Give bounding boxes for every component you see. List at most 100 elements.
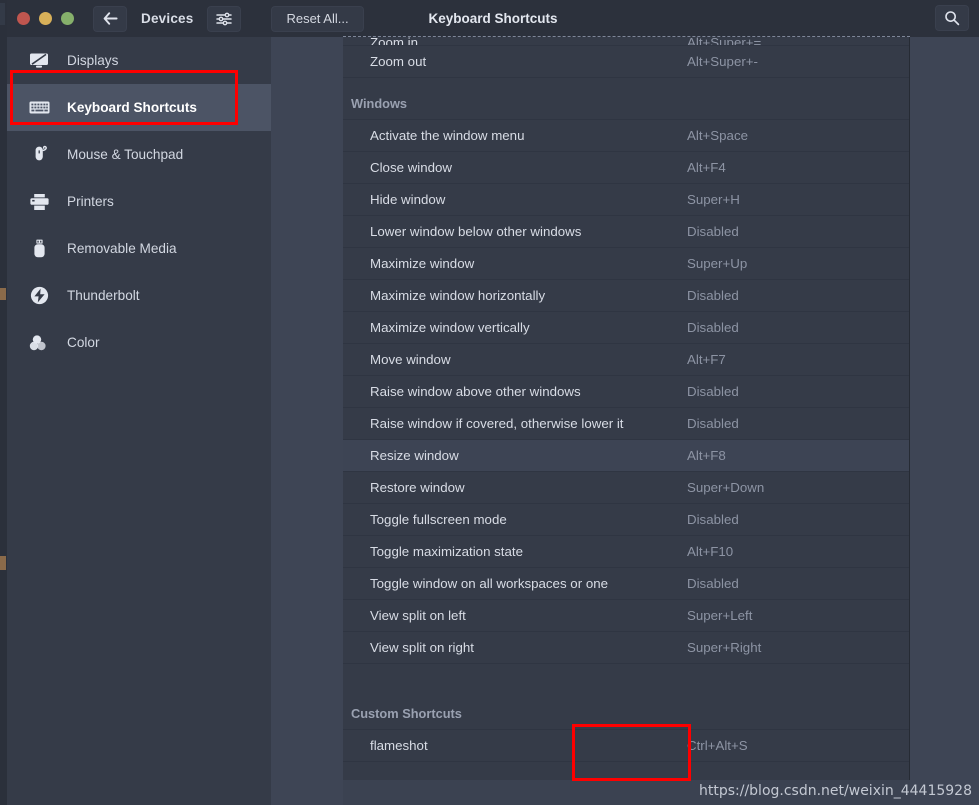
shortcut-accelerator: Alt+Super+- [687, 54, 758, 69]
sidebar-item-label: Removable Media [67, 241, 177, 256]
shortcut-accelerator: Disabled [687, 512, 739, 527]
close-button[interactable] [17, 12, 30, 25]
shortcut-row[interactable]: Move window Alt+F7 [343, 344, 909, 376]
shortcut-accelerator: Disabled [687, 576, 739, 591]
minimize-button[interactable] [39, 12, 52, 25]
shortcut-accelerator: Super+Left [687, 608, 753, 623]
panel-backdrop-right [910, 37, 979, 805]
shortcut-name: Move window [370, 352, 451, 367]
sidebar-item-label: Color [67, 335, 100, 350]
search-button[interactable] [935, 5, 969, 31]
shortcut-row[interactable]: Raise window if covered, otherwise lower… [343, 408, 909, 440]
shortcut-row[interactable]: Resize window Alt+F8 [343, 440, 909, 472]
sidebar-item-label: Mouse & Touchpad [67, 147, 184, 162]
shortcut-name: Toggle fullscreen mode [370, 512, 507, 527]
sidebar-item-printers[interactable]: Printers [7, 178, 271, 225]
panel-backdrop-left [271, 37, 343, 805]
shortcut-accelerator: Ctrl+Alt+S [687, 738, 748, 753]
sidebar: Displays Keyboard Shortcuts Mouse & Touchp… [7, 37, 271, 805]
shortcut-row[interactable]: flameshot Ctrl+Alt+S [343, 730, 909, 762]
plus-icon: + [620, 774, 632, 780]
shortcut-name: Hide window [370, 192, 446, 207]
sidebar-item-mouse-touchpad[interactable]: Mouse & Touchpad [7, 131, 271, 178]
shortcut-row[interactable]: Maximize window Super+Up [343, 248, 909, 280]
section-title: Custom Shortcuts [351, 706, 462, 721]
shortcut-name: flameshot [370, 738, 428, 753]
shortcut-accelerator: Disabled [687, 384, 739, 399]
display-icon [28, 51, 50, 71]
shortcut-name: Maximize window [370, 256, 475, 271]
shortcut-name: Maximize window vertically [370, 320, 530, 335]
thunderbolt-icon [28, 286, 50, 306]
shortcut-name: Lower window below other windows [370, 224, 582, 239]
shortcut-row[interactable]: View split on left Super+Left [343, 600, 909, 632]
shortcut-row[interactable]: Hide window Super+H [343, 184, 909, 216]
shortcut-row[interactable]: Activate the window menu Alt+Space [343, 120, 909, 152]
printer-icon [28, 192, 50, 212]
shortcut-accelerator: Disabled [687, 224, 739, 239]
shortcut-row[interactable]: Raise window above other windows Disabled [343, 376, 909, 408]
sidebar-item-color[interactable]: Color [7, 319, 271, 366]
section-header: Custom Shortcuts [343, 688, 909, 730]
sidebar-item-removable-media[interactable]: Removable Media [7, 225, 271, 272]
shortcut-accelerator: Alt+Super+= [687, 37, 762, 46]
shortcut-row[interactable]: Zoom out Alt+Super+- [343, 46, 909, 78]
shortcut-accelerator: Disabled [687, 320, 739, 335]
shortcuts-list[interactable]: Zoom in Alt+Super+= Zoom out Alt+Super+- Win… [343, 37, 910, 780]
shortcut-name: Raise window above other windows [370, 384, 581, 399]
shortcut-accelerator: Super+H [687, 192, 740, 207]
shortcut-row[interactable]: Restore window Super+Down [343, 472, 909, 504]
shortcut-row[interactable]: Toggle maximization state Alt+F10 [343, 536, 909, 568]
shortcut-row[interactable]: Toggle window on all workspaces or one Di… [343, 568, 909, 600]
shortcut-accelerator: Alt+F8 [687, 448, 726, 463]
shortcut-row[interactable]: Toggle fullscreen mode Disabled [343, 504, 909, 536]
settings-sliders-button[interactable] [207, 5, 242, 32]
desktop-artifact-mid [0, 288, 6, 300]
shortcut-accelerator: Alt+F4 [687, 160, 726, 175]
desktop-artifact-low [0, 556, 6, 570]
shortcut-accelerator: Super+Down [687, 480, 765, 495]
color-icon [28, 333, 50, 353]
shortcut-row[interactable]: Lower window below other windows Disabled [343, 216, 909, 248]
shortcut-row[interactable]: Maximize window horizontally Disabled [343, 280, 909, 312]
shortcut-name: Toggle maximization state [370, 544, 523, 559]
shortcut-name: Zoom out [370, 54, 427, 69]
shortcut-accelerator: Disabled [687, 416, 739, 431]
watermark-url: https://blog.csdn.net/weixin_44415928 [698, 783, 972, 799]
shortcut-row[interactable]: Zoom in Alt+Super+= [343, 37, 909, 46]
section-title: Windows [351, 96, 408, 111]
shortcut-row[interactable]: Close window Alt+F4 [343, 152, 909, 184]
desktop-artifact-top [0, 3, 5, 25]
back-button[interactable] [93, 5, 127, 32]
search-icon [944, 10, 960, 26]
shortcut-row[interactable]: Maximize window vertically Disabled [343, 312, 909, 344]
app-window: Devices Reset All... Keyboard Shortcuts [0, 0, 979, 805]
sidebar-item-label: Displays [67, 53, 119, 68]
mouse-icon [28, 145, 50, 165]
add-custom-shortcut-button[interactable]: + [343, 762, 909, 780]
shortcut-name: Zoom in [370, 37, 419, 46]
sidebar-item-keyboard-shortcuts[interactable]: Keyboard Shortcuts [7, 84, 271, 131]
sidebar-item-thunderbolt[interactable]: Thunderbolt [7, 272, 271, 319]
maximize-button[interactable] [61, 12, 74, 25]
sidebar-item-label: Printers [67, 194, 114, 209]
desktop-edge-sliver [0, 0, 7, 805]
keyboard-icon [28, 98, 50, 118]
sliders-icon [216, 12, 233, 26]
shortcut-accelerator: Alt+F7 [687, 352, 726, 367]
titlebar: Devices Reset All... Keyboard Shortcuts [7, 0, 979, 37]
sidebar-item-label: Thunderbolt [67, 288, 140, 303]
shortcut-row[interactable]: View split on right Super+Right [343, 632, 909, 664]
breadcrumb-devices: Devices [141, 11, 194, 26]
shortcut-name: Raise window if covered, otherwise lower… [370, 416, 624, 431]
shortcut-name: Maximize window horizontally [370, 288, 546, 303]
shortcut-name: Restore window [370, 480, 465, 495]
usb-icon [28, 239, 50, 259]
shortcut-accelerator: Alt+F10 [687, 544, 734, 559]
reset-all-button[interactable]: Reset All... [271, 5, 364, 32]
sidebar-item-label: Keyboard Shortcuts [67, 100, 197, 115]
sidebar-item-displays[interactable]: Displays [7, 37, 271, 84]
shortcut-accelerator: Alt+Space [687, 128, 748, 143]
shortcut-accelerator: Disabled [687, 288, 739, 303]
